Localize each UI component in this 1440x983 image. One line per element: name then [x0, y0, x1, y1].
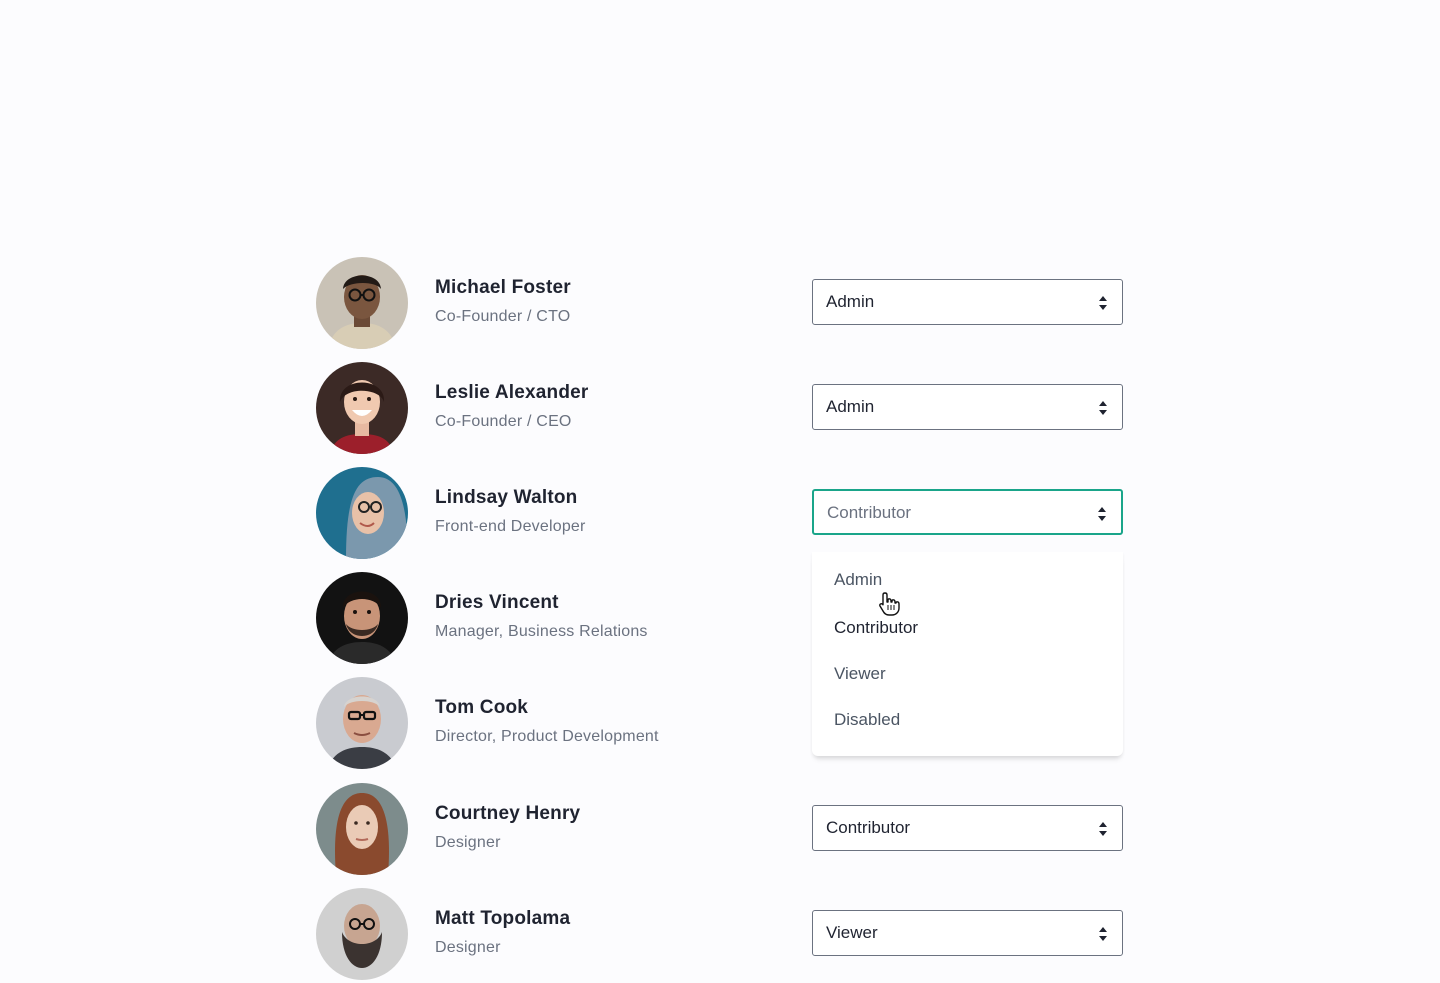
member-name: Lindsay Walton — [435, 487, 578, 508]
member-name: Michael Foster — [435, 277, 571, 298]
member-role: Front-end Developer — [435, 518, 586, 535]
member-row: Michael Foster Co-Founder / CTO Admin — [316, 257, 1124, 349]
avatar — [316, 467, 408, 559]
permission-select[interactable]: Contributor — [812, 489, 1123, 535]
member-name: Matt Topolama — [435, 908, 571, 929]
permission-select-value: Contributor — [827, 503, 912, 522]
member-name: Courtney Henry — [435, 803, 581, 824]
member-role: Co-Founder / CTO — [435, 308, 571, 325]
chevron-up-down-icon — [1099, 401, 1107, 415]
permission-select[interactable]: Viewer — [812, 910, 1123, 956]
permission-select-value: Viewer — [826, 923, 878, 942]
avatar — [316, 783, 408, 875]
chevron-up-down-icon — [1099, 296, 1107, 310]
permission-dropdown-menu: Admin Contributor Viewer Disabled — [812, 552, 1123, 756]
hand-pointer-icon — [879, 592, 900, 616]
member-name: Dries Vincent — [435, 592, 559, 613]
option-admin[interactable]: Admin — [834, 570, 882, 590]
member-role: Designer — [435, 939, 501, 956]
permission-select-value: Admin — [826, 397, 875, 416]
permission-select[interactable]: Admin — [812, 384, 1123, 430]
member-name: Tom Cook — [435, 697, 529, 718]
permission-select-value: Contributor — [826, 818, 911, 837]
member-role: Designer — [435, 834, 501, 851]
option-viewer[interactable]: Viewer — [834, 664, 886, 684]
avatar — [316, 677, 408, 769]
chevron-up-down-icon — [1099, 822, 1107, 836]
avatar — [316, 362, 408, 454]
member-name: Leslie Alexander — [435, 382, 589, 403]
chevron-up-down-icon — [1098, 507, 1106, 521]
chevron-up-down-icon — [1099, 927, 1107, 941]
option-disabled[interactable]: Disabled — [834, 710, 900, 730]
avatar — [316, 888, 408, 980]
member-role: Director, Product Development — [435, 728, 659, 745]
option-contributor[interactable]: Contributor — [834, 618, 918, 638]
member-role: Manager, Business Relations — [435, 623, 648, 640]
member-role: Co-Founder / CEO — [435, 413, 572, 430]
member-row: Courtney Henry Designer Contributor — [316, 783, 1124, 875]
permission-select[interactable]: Contributor — [812, 805, 1123, 851]
avatar — [316, 257, 408, 349]
permission-select[interactable]: Admin — [812, 279, 1123, 325]
member-row: Leslie Alexander Co-Founder / CEO Admin — [316, 362, 1124, 454]
permission-select-value: Admin — [826, 292, 875, 311]
avatar — [316, 572, 408, 664]
member-row: Matt Topolama Designer Viewer — [316, 888, 1124, 980]
member-row: Lindsay Walton Front-end Developer Contr… — [316, 467, 1124, 559]
